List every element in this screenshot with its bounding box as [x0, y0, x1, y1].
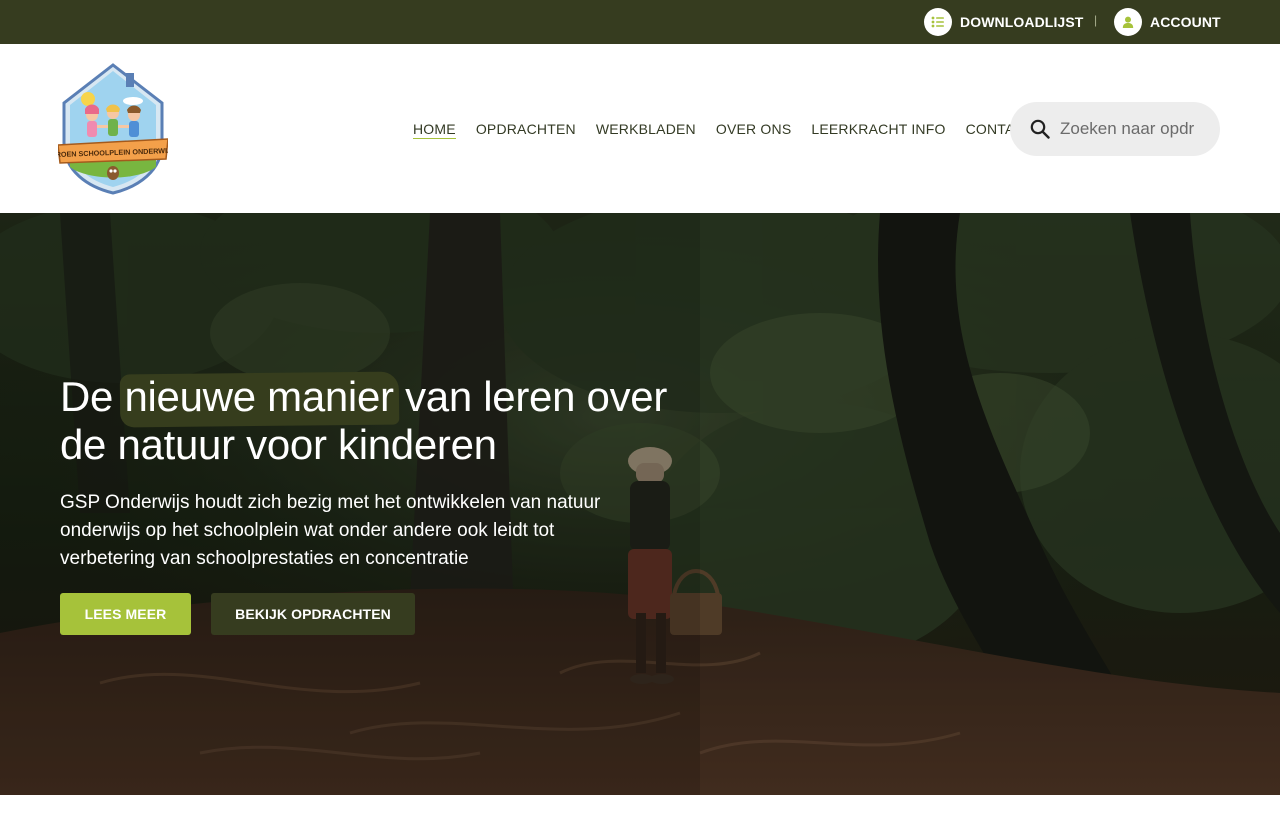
main-navigation: HOME OPDRACHTEN WERKBLADEN OVER ONS LEER…: [413, 120, 1054, 139]
list-icon: [924, 8, 952, 36]
hero-title-pre: De: [60, 373, 125, 420]
download-list-link[interactable]: DOWNLOADLIJST: [924, 8, 1083, 36]
nav-werkbladen[interactable]: WERKBLADEN: [596, 120, 696, 139]
hero-title: De nieuwe manier van leren over de natuu…: [60, 373, 700, 469]
account-label: ACCOUNT: [1150, 14, 1221, 30]
view-assignments-button[interactable]: BEKIJK OPDRACHTEN: [211, 593, 415, 635]
hero-section: De nieuwe manier van leren over de natuu…: [0, 213, 1280, 795]
search-icon[interactable]: [1030, 119, 1050, 139]
search-input[interactable]: [1060, 119, 1200, 139]
account-link[interactable]: ACCOUNT: [1114, 8, 1221, 36]
nav-leerkracht-info[interactable]: LEERKRACHT INFO: [811, 120, 945, 139]
download-list-label: DOWNLOADLIJST: [960, 14, 1084, 30]
top-utility-bar: DOWNLOADLIJST | ACCOUNT: [0, 0, 1280, 44]
content-area: [0, 795, 1280, 820]
topbar-separator: |: [1094, 13, 1098, 27]
hero-title-highlight: nieuwe manier: [124, 373, 394, 420]
site-header: GROEN SCHOOLPLEIN ONDERWIJS HOME OPDRACH…: [0, 44, 1280, 213]
search-box[interactable]: [1010, 102, 1220, 156]
user-icon: [1114, 8, 1142, 36]
hero-description: GSP Onderwijs houdt zich bezig met het o…: [60, 492, 601, 569]
nav-opdrachten[interactable]: OPDRACHTEN: [476, 120, 576, 139]
nav-over-ons[interactable]: OVER ONS: [716, 120, 792, 139]
site-logo[interactable]: GROEN SCHOOLPLEIN ONDERWIJS: [50, 63, 176, 195]
read-more-button[interactable]: LEES MEER: [60, 593, 191, 635]
nav-home[interactable]: HOME: [413, 120, 456, 139]
